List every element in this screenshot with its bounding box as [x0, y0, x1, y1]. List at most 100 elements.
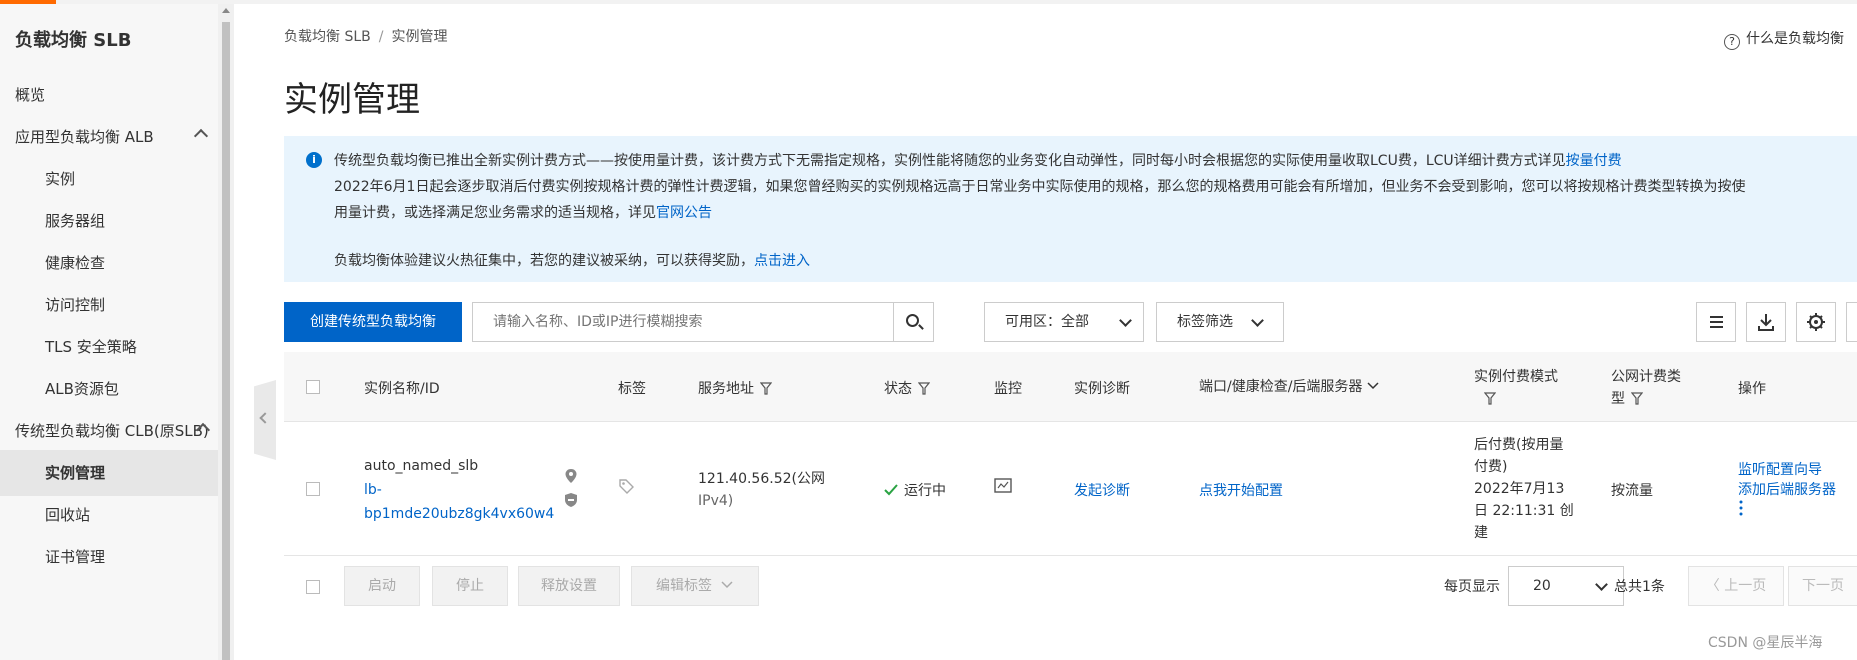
click-enter-link[interactable]: 点击进入 [754, 253, 810, 269]
list-view-button[interactable] [1696, 302, 1736, 342]
chevron-down-icon [721, 581, 733, 589]
notice-banner: i 传统型负载均衡已推出全新实例计费方式——按使用量计费，该计费方式下无需指定规… [284, 136, 1857, 282]
scrollbar-thumb[interactable] [222, 22, 230, 660]
th-net-type-label-2: 型 [1611, 391, 1625, 407]
sidebar-item-label: 证书管理 [45, 548, 106, 566]
edit-tags-button[interactable]: 编辑标签 [631, 566, 759, 606]
table-row: auto_named_slb lb- bp1mde20ubz8gk4vx60w4… [284, 422, 1857, 556]
sidebar-item-health-check[interactable]: 健康检查 [0, 240, 234, 286]
sidebar: 负载均衡 SLB 概览 应用型负载均衡 ALB 实例 服务器组 健康检查 访问控… [0, 4, 234, 660]
sidebar-item-label: 健康检查 [45, 254, 106, 272]
instance-name: auto_named_slb [364, 458, 479, 474]
th-name: 实例名称/ID [364, 381, 440, 397]
add-backend-link[interactable]: 添加后端服务器 [1738, 480, 1836, 500]
select-all-checkbox[interactable] [306, 380, 320, 394]
net-type-value: 按流量 [1611, 483, 1653, 499]
next-page-button[interactable]: 下一页 [1788, 566, 1857, 606]
filter-icon[interactable] [1484, 392, 1496, 405]
next-page-label: 下一页 [1802, 578, 1844, 594]
start-config-link[interactable]: 点我开始配置 [1199, 480, 1283, 500]
sidebar-group-alb[interactable]: 应用型负载均衡 ALB [0, 114, 234, 160]
settings-button[interactable] [1796, 302, 1836, 342]
monitor-chart-icon[interactable] [994, 478, 1012, 494]
th-net-type-label: 公网计费类 [1611, 369, 1681, 385]
scroll-up-icon[interactable] [222, 8, 230, 13]
info-icon: i [306, 152, 322, 168]
tag-filter-label: 标签筛选 [1177, 314, 1233, 330]
service-address: 121.40.56.52(公网 [698, 471, 825, 487]
sidebar-item-access-control[interactable]: 访问控制 [0, 282, 234, 328]
top-bar [0, 0, 1857, 4]
zone-select[interactable]: 可用区：全部 [984, 302, 1144, 342]
more-vertical-icon[interactable] [1738, 500, 1744, 516]
th-tag: 标签 [618, 381, 646, 397]
tag-icon[interactable] [618, 478, 634, 494]
filter-icon[interactable] [760, 382, 772, 395]
sidebar-item-alb-instances[interactable]: 实例 [0, 156, 234, 202]
sidebar-item-tls-policy[interactable]: TLS 安全策略 [0, 324, 234, 370]
sidebar-scrollbar[interactable] [218, 4, 234, 660]
sidebar-item-label: 实例管理 [45, 464, 106, 482]
row-checkbox[interactable] [306, 482, 320, 496]
pay-as-you-go-link[interactable]: 按量付费 [1566, 153, 1622, 169]
search-input[interactable] [473, 303, 873, 341]
tag-filter-select[interactable]: 标签筛选 [1156, 302, 1284, 342]
th-ports-label: 端口/健康检查/后端服务器 [1199, 379, 1363, 395]
per-page-select[interactable]: 20 [1508, 566, 1624, 606]
filter-icon[interactable] [1631, 392, 1643, 405]
th-ports[interactable]: 端口/健康检查/后端服务器 [1199, 376, 1380, 396]
help-label: 什么是负载均衡 [1746, 31, 1844, 47]
breadcrumb-current: 实例管理 [391, 29, 448, 45]
sidebar-item-alb-package[interactable]: ALB资源包 [0, 366, 234, 412]
sidebar-group-clb[interactable]: 传统型负载均衡 CLB(原SLB) [0, 408, 234, 454]
notice-text: 用量计费，或选择满足您业务需求的适当规格，详见 [334, 205, 656, 221]
notice-text: 负载均衡体验建议火热征集中，若您的建议被采纳，可以获得奖励， [334, 253, 754, 269]
sidebar-item-certificates[interactable]: 证书管理 [0, 534, 234, 580]
more-tools-button[interactable] [1846, 302, 1857, 342]
location-pin-icon[interactable] [564, 468, 578, 484]
chevron-down-icon [1367, 382, 1379, 390]
notice-line-3: 用量计费，或选择满足您业务需求的适当规格，详见官网公告 [334, 202, 712, 222]
th-address: 服务地址 [698, 378, 772, 398]
pay-mode-line: 后付费(按用量 [1474, 437, 1564, 453]
sidebar-item-label: 传统型负载均衡 CLB(原SLB) [15, 422, 209, 440]
sidebar-item-instance-management[interactable]: 实例管理 [0, 450, 234, 496]
actions-cell: 监听配置向导 添加后端服务器 [1738, 460, 1836, 522]
filter-icon[interactable] [918, 382, 930, 395]
footer-select-checkbox[interactable] [306, 580, 320, 594]
table-header: 实例名称/ID 标签 服务地址 状态 监控 实例诊断 端口/健康检查/后端服务器… [284, 352, 1857, 422]
listener-wizard-link[interactable]: 监听配置向导 [1738, 460, 1836, 480]
official-notice-link[interactable]: 官网公告 [656, 205, 712, 221]
sidebar-item-recycle-bin[interactable]: 回收站 [0, 492, 234, 538]
help-link[interactable]: ? 什么是负载均衡 [1724, 28, 1844, 50]
th-pay-mode-label: 实例付费模式 [1474, 369, 1558, 385]
notice-line-2: 2022年6月1日起会逐步取消后付费实例按规格计费的弹性计费逻辑，如果您曾经购买… [334, 176, 1745, 196]
check-icon [884, 484, 898, 496]
breadcrumb-root[interactable]: 负载均衡 SLB [284, 29, 371, 45]
start-button[interactable]: 启动 [344, 566, 420, 606]
search-button[interactable] [893, 303, 933, 341]
sidebar-item-label: ALB资源包 [45, 380, 119, 398]
create-clb-button[interactable]: 创建传统型负载均衡 [284, 302, 462, 342]
stop-button[interactable]: 停止 [432, 566, 508, 606]
release-settings-button[interactable]: 释放设置 [518, 566, 620, 606]
sidebar-item-server-groups[interactable]: 服务器组 [0, 198, 234, 244]
instance-id-link[interactable]: lb- [364, 478, 554, 502]
download-icon [1758, 314, 1774, 331]
sidebar-item-label: 概览 [15, 86, 46, 104]
instance-id-link-2[interactable]: bp1mde20ubz8gk4vx60w4 [364, 502, 554, 526]
service-address-cell: 121.40.56.52(公网 IPv4) [698, 468, 825, 512]
sidebar-collapse-handle[interactable] [254, 380, 276, 460]
notice-text: 2022年6月1日起会逐步取消后付费实例按规格计费的弹性计费逻辑，如果您曾经购买… [334, 179, 1746, 195]
created-time-line: 建 [1474, 525, 1488, 541]
status-text: 运行中 [904, 483, 946, 499]
th-status: 状态 [884, 378, 930, 398]
prev-page-button[interactable]: 〈 上一页 [1688, 566, 1784, 606]
th-diagnose: 实例诊断 [1074, 381, 1130, 397]
start-diagnose-link[interactable]: 发起诊断 [1074, 480, 1130, 500]
download-button[interactable] [1746, 302, 1786, 342]
sidebar-item-overview[interactable]: 概览 [0, 72, 234, 118]
chevron-down-icon [1251, 314, 1264, 327]
service-address-type: IPv4) [698, 493, 734, 509]
shield-icon[interactable] [564, 492, 578, 508]
